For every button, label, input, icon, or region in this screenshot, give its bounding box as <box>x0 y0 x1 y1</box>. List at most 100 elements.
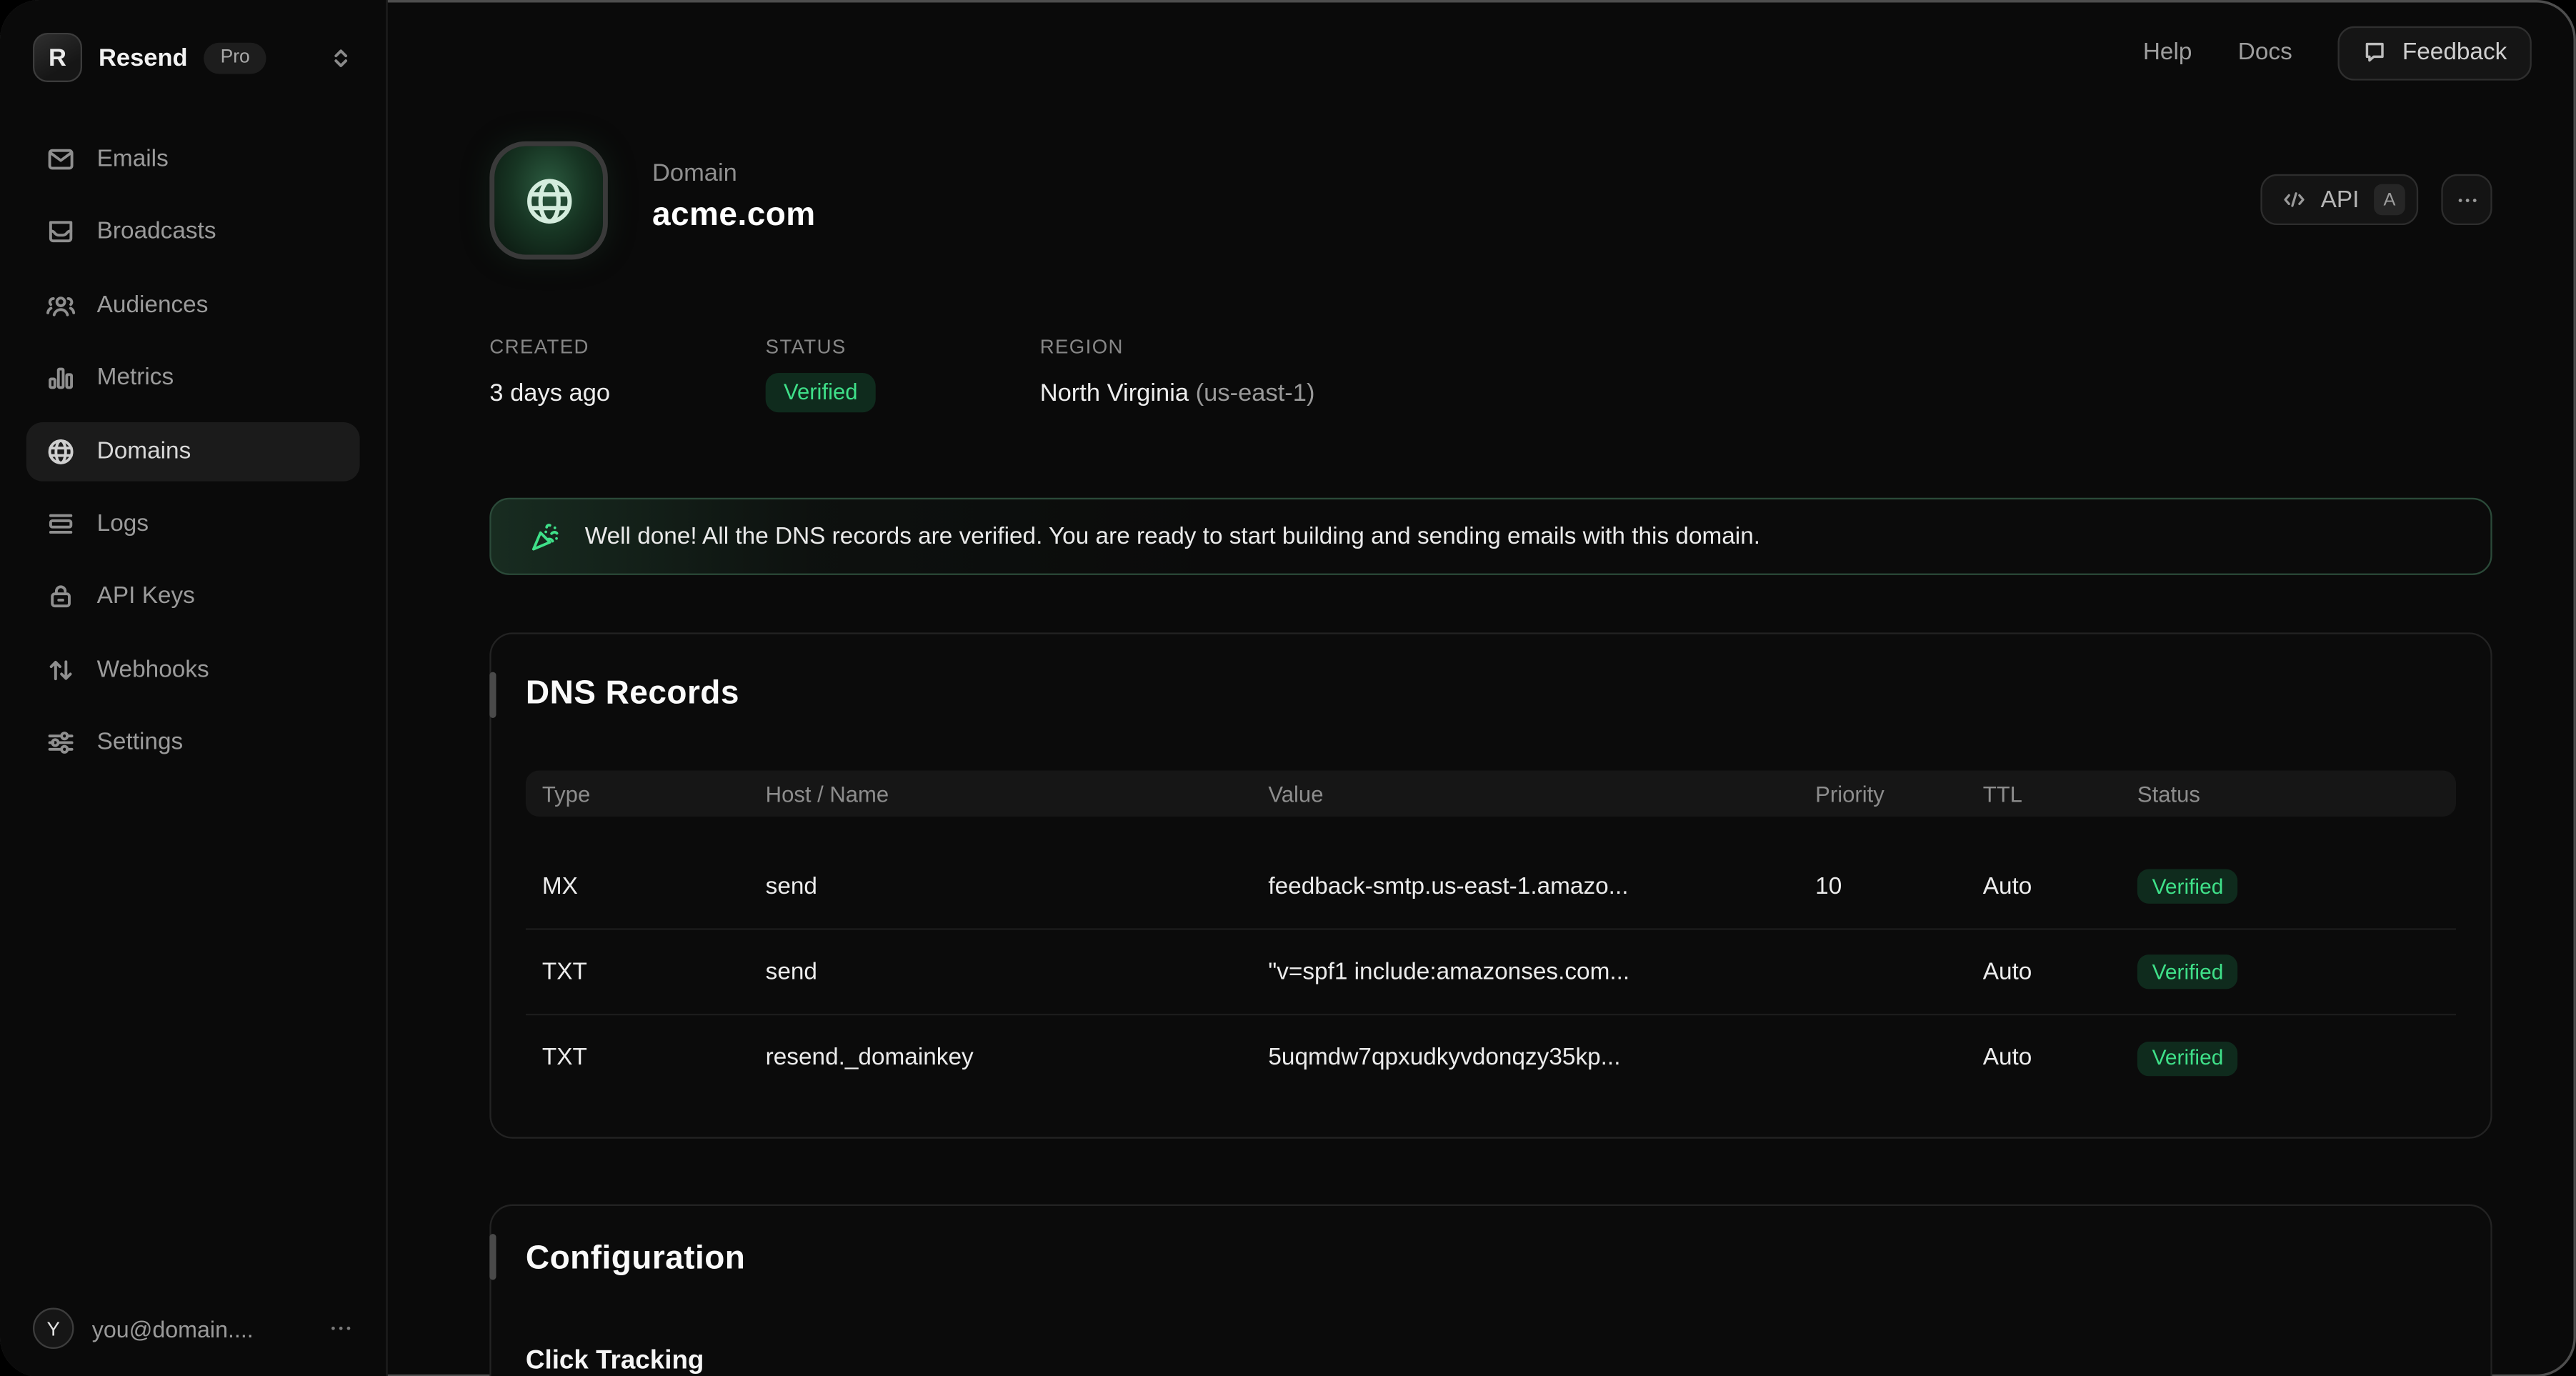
rows-icon <box>46 509 75 539</box>
sidebar-nav: Emails Broadcasts <box>0 130 386 772</box>
page-title: acme.com <box>652 197 816 235</box>
sidebar-item-label: Webhooks <box>97 657 209 683</box>
plan-badge: Pro <box>204 42 266 74</box>
click-tracking-label: Click Tracking <box>526 1347 2456 1376</box>
sidebar-item-label: Metrics <box>97 365 174 392</box>
column-type: Type <box>542 782 766 806</box>
app-window: R Resend Pro Emails <box>0 0 2576 1376</box>
status-badge: Verified <box>2137 869 2238 904</box>
main-content: Help Docs Feedback <box>388 0 2576 1376</box>
column-ttl: TTL <box>1983 782 2137 806</box>
sidebar-item-label: Logs <box>97 511 149 537</box>
inbox-icon <box>46 217 75 246</box>
status-badge: Verified <box>2137 1041 2238 1075</box>
ellipsis-icon[interactable] <box>329 1316 353 1340</box>
user-menu[interactable]: Y you@domain.... <box>0 1283 386 1376</box>
workspace-switcher[interactable]: R Resend Pro <box>0 0 386 82</box>
cell-value: feedback-smtp.us-east-1.amazo... <box>1268 873 1815 899</box>
column-value: Value <box>1268 782 1815 806</box>
party-popper-icon <box>529 520 562 553</box>
domain-titles: Domain acme.com <box>652 141 816 235</box>
sliders-icon <box>46 728 75 757</box>
bar-chart-icon <box>46 364 75 393</box>
screen: R Resend Pro Emails <box>0 0 2576 1376</box>
sidebar-item-api-keys[interactable]: API Keys <box>26 567 360 627</box>
cell-host: send <box>766 873 1269 899</box>
domain-page: Domain acme.com API A <box>489 0 2492 1376</box>
chevron-up-down-icon[interactable] <box>329 45 353 69</box>
sidebar-item-audiences[interactable]: Audiences <box>26 276 360 335</box>
region-value: North Virginia (us-east-1) <box>1040 379 1315 407</box>
banner-message: Well done! All the DNS records are verif… <box>585 523 1760 549</box>
created-value: 3 days ago <box>489 379 765 407</box>
meta-created: CREATED 3 days ago <box>489 335 765 412</box>
sidebar-item-logs[interactable]: Logs <box>26 494 360 554</box>
sidebar-item-domains[interactable]: Domains <box>26 422 360 481</box>
sidebar-item-label: Settings <box>97 729 184 756</box>
cell-ttl: Auto <box>1983 1045 2137 1072</box>
domain-header: Domain acme.com API A <box>489 141 2492 260</box>
cell-ttl: Auto <box>1983 959 2137 985</box>
dns-records-title: DNS Records <box>526 675 2456 713</box>
region-code: (us-east-1) <box>1196 379 1315 407</box>
more-options-button[interactable] <box>2441 174 2492 225</box>
dns-table-body: MX send feedback-smtp.us-east-1.amazo...… <box>526 844 2456 1101</box>
sidebar-item-label: Emails <box>97 146 169 173</box>
api-button[interactable]: API A <box>2260 174 2419 225</box>
column-host: Host / Name <box>766 782 1269 806</box>
code-icon <box>2281 187 2305 211</box>
sidebar: R Resend Pro Emails <box>0 0 388 1376</box>
cell-ttl: Auto <box>1983 873 2137 899</box>
cell-host: send <box>766 959 1269 985</box>
sidebar-item-broadcasts[interactable]: Broadcasts <box>26 203 360 262</box>
sidebar-item-label: Audiences <box>97 292 209 319</box>
cell-type: MX <box>542 873 766 899</box>
header-actions: API A <box>2260 174 2492 225</box>
success-banner: Well done! All the DNS records are verif… <box>489 498 2492 575</box>
avatar: Y <box>33 1308 74 1349</box>
status-badge: Verified <box>2137 954 2238 989</box>
dns-records-card: DNS Records Type Host / Name Value Prior… <box>489 632 2492 1138</box>
users-icon <box>46 291 75 320</box>
column-status: Status <box>2137 782 2440 806</box>
card-accent-bar <box>489 1234 495 1280</box>
meta-region: REGION North Virginia (us-east-1) <box>1040 335 1315 412</box>
meta-status: STATUS Verified <box>766 335 1040 412</box>
ellipsis-icon <box>2455 188 2478 211</box>
globe-icon <box>520 171 577 229</box>
region-label: REGION <box>1040 335 1315 358</box>
status-badge: Verified <box>766 373 876 412</box>
workspace-name: Resend <box>99 44 188 71</box>
domain-globe-badge <box>489 141 608 260</box>
table-row: TXT resend._domainkey 5uqmdw7qpxudkyvdon… <box>526 1015 2456 1101</box>
sidebar-item-label: API Keys <box>97 584 195 610</box>
card-accent-bar <box>489 672 495 718</box>
table-row: MX send feedback-smtp.us-east-1.amazo...… <box>526 844 2456 930</box>
dns-table-header: Type Host / Name Value Priority TTL Stat… <box>526 771 2456 817</box>
column-priority: Priority <box>1815 782 1983 806</box>
domain-eyebrow: Domain <box>652 159 816 187</box>
sidebar-item-label: Domains <box>97 438 191 464</box>
sidebar-item-emails[interactable]: Emails <box>26 130 360 189</box>
lock-icon <box>46 582 75 612</box>
api-button-label: API <box>2321 186 2360 213</box>
arrows-up-down-icon <box>46 655 75 684</box>
configuration-card: Configuration Click Tracking <box>489 1205 2492 1376</box>
domain-meta: CREATED 3 days ago STATUS Verified REGIO… <box>489 335 2492 412</box>
cell-value: "v=spf1 include:amazonses.com... <box>1268 959 1815 985</box>
shortcut-badge: A <box>2374 184 2405 216</box>
cell-type: TXT <box>542 959 766 985</box>
sidebar-item-settings[interactable]: Settings <box>26 713 360 772</box>
user-email: you@domain.... <box>92 1315 254 1342</box>
configuration-title: Configuration <box>526 1240 2456 1278</box>
resend-logo: R <box>33 33 82 82</box>
sidebar-item-metrics[interactable]: Metrics <box>26 349 360 408</box>
sidebar-item-label: Broadcasts <box>97 219 216 246</box>
cell-priority: 10 <box>1815 873 1983 899</box>
sidebar-item-webhooks[interactable]: Webhooks <box>26 640 360 699</box>
cell-value: 5uqmdw7qpxudkyvdonqzy35kp... <box>1268 1045 1815 1072</box>
status-label: STATUS <box>766 335 1040 358</box>
cell-type: TXT <box>542 1045 766 1072</box>
envelope-icon <box>46 144 75 174</box>
cell-host: resend._domainkey <box>766 1045 1269 1072</box>
